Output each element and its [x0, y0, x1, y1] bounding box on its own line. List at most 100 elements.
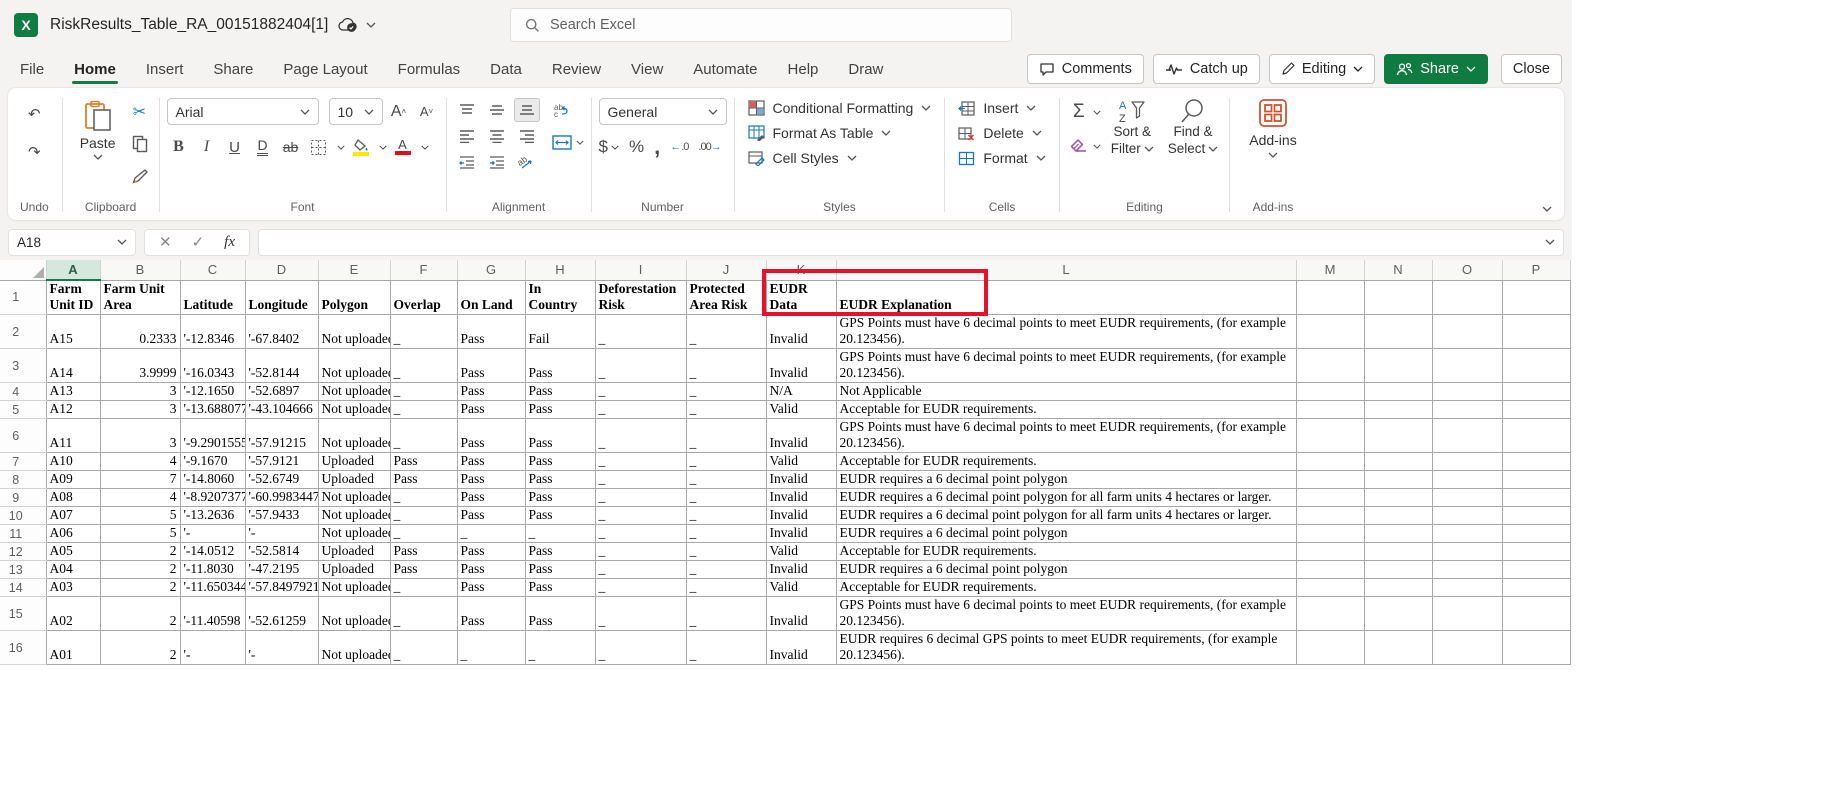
cell-K12[interactable]: Valid: [766, 543, 836, 561]
cell-A12[interactable]: A05: [46, 543, 100, 561]
cell-D6[interactable]: '-57.91215: [245, 419, 318, 453]
increase-decimal-button[interactable]: .00→: [698, 141, 721, 153]
cell-P14[interactable]: [1502, 579, 1570, 597]
cell-I16[interactable]: _: [595, 631, 686, 665]
cell-H5[interactable]: Pass: [525, 401, 595, 419]
comments-button[interactable]: Comments: [1027, 54, 1144, 84]
excel-logo-icon[interactable]: X: [14, 13, 38, 37]
column-header-A[interactable]: A: [46, 260, 100, 280]
cell-P3[interactable]: [1502, 349, 1570, 383]
cell-F2[interactable]: _: [390, 315, 457, 349]
cell-N6[interactable]: [1364, 419, 1432, 453]
cell-O6[interactable]: [1432, 419, 1502, 453]
cell-C5[interactable]: '-13.688077: [180, 401, 245, 419]
cell-K7[interactable]: Valid: [766, 453, 836, 471]
cell-O16[interactable]: [1432, 631, 1502, 665]
format-as-table-button[interactable]: Format As Table: [742, 123, 938, 143]
cell-M11[interactable]: [1296, 525, 1364, 543]
cell-P13[interactable]: [1502, 561, 1570, 579]
cell-K15[interactable]: Invalid: [766, 597, 836, 631]
cell-P5[interactable]: [1502, 401, 1570, 419]
row-header-7[interactable]: 7: [0, 453, 46, 471]
collapse-ribbon-icon[interactable]: [1542, 206, 1552, 212]
cell-O3[interactable]: [1432, 349, 1502, 383]
cell-D7[interactable]: '-57.9121: [245, 453, 318, 471]
cell-L1[interactable]: EUDR Explanation: [836, 280, 1296, 315]
cell-H9[interactable]: Pass: [525, 489, 595, 507]
tab-page-layout[interactable]: Page Layout: [283, 55, 367, 84]
cell-A15[interactable]: A02: [46, 597, 100, 631]
cell-N10[interactable]: [1364, 507, 1432, 525]
tab-automate[interactable]: Automate: [693, 55, 757, 84]
cell-M16[interactable]: [1296, 631, 1364, 665]
cell-N8[interactable]: [1364, 471, 1432, 489]
cell-E16[interactable]: Not uploaded: [318, 631, 390, 665]
cell-A3[interactable]: A14: [46, 349, 100, 383]
add-ins-button[interactable]: Add-ins: [1237, 96, 1308, 160]
cell-D12[interactable]: '-52.5814: [245, 543, 318, 561]
column-header-E[interactable]: E: [318, 260, 390, 280]
cell-K10[interactable]: Invalid: [766, 507, 836, 525]
cell-F13[interactable]: Pass: [390, 561, 457, 579]
cell-E1[interactable]: Polygon: [318, 280, 390, 315]
cell-O8[interactable]: [1432, 471, 1502, 489]
cell-P16[interactable]: [1502, 631, 1570, 665]
cell-B11[interactable]: 5: [100, 525, 180, 543]
cell-F12[interactable]: Pass: [390, 543, 457, 561]
merge-center-button[interactable]: [550, 130, 574, 154]
cell-K14[interactable]: Valid: [766, 579, 836, 597]
cell-O14[interactable]: [1432, 579, 1502, 597]
search-input[interactable]: Search Excel: [510, 8, 1012, 42]
cell-O10[interactable]: [1432, 507, 1502, 525]
column-header-C[interactable]: C: [180, 260, 245, 280]
cell-P12[interactable]: [1502, 543, 1570, 561]
column-header-K[interactable]: K: [766, 260, 836, 280]
cell-D9[interactable]: '-60.9983447: [245, 489, 318, 507]
currency-format-button[interactable]: $: [599, 137, 608, 157]
cell-G1[interactable]: On Land: [457, 280, 525, 315]
cell-N5[interactable]: [1364, 401, 1432, 419]
row-header-11[interactable]: 11: [0, 525, 46, 543]
row-header-1[interactable]: 1: [0, 280, 46, 315]
cell-E10[interactable]: Not uploaded: [318, 507, 390, 525]
catch-up-button[interactable]: Catch up: [1153, 54, 1260, 84]
cell-L5[interactable]: Acceptable for EUDR requirements.: [836, 401, 1296, 419]
cell-N1[interactable]: [1364, 280, 1432, 315]
cell-J5[interactable]: _: [686, 401, 766, 419]
cell-D5[interactable]: '-43.104666: [245, 401, 318, 419]
cell-J15[interactable]: _: [686, 597, 766, 631]
cell-G5[interactable]: Pass: [457, 401, 525, 419]
cell-M10[interactable]: [1296, 507, 1364, 525]
cell-I12[interactable]: _: [595, 543, 686, 561]
cell-O9[interactable]: [1432, 489, 1502, 507]
increase-indent-button[interactable]: [484, 150, 510, 174]
insert-function-icon[interactable]: fx: [224, 234, 235, 251]
cell-P9[interactable]: [1502, 489, 1570, 507]
cell-E12[interactable]: Uploaded: [318, 543, 390, 561]
italic-button[interactable]: I: [195, 135, 219, 159]
cell-C2[interactable]: '-12.8346: [180, 315, 245, 349]
cell-J11[interactable]: _: [686, 525, 766, 543]
cell-B4[interactable]: 3: [100, 383, 180, 401]
chevron-down-icon[interactable]: [379, 145, 387, 150]
format-painter-button[interactable]: [128, 164, 152, 188]
cell-I11[interactable]: _: [595, 525, 686, 543]
cell-I14[interactable]: _: [595, 579, 686, 597]
column-header-M[interactable]: M: [1296, 260, 1364, 280]
cell-J10[interactable]: _: [686, 507, 766, 525]
cell-K8[interactable]: Invalid: [766, 471, 836, 489]
cell-B16[interactable]: 2: [100, 631, 180, 665]
cell-E13[interactable]: Uploaded: [318, 561, 390, 579]
cell-E11[interactable]: Not uploaded: [318, 525, 390, 543]
cancel-icon[interactable]: ✕: [159, 233, 172, 251]
cell-E2[interactable]: Not uploaded: [318, 315, 390, 349]
cell-F15[interactable]: _: [390, 597, 457, 631]
row-header-4[interactable]: 4: [0, 383, 46, 401]
tab-share[interactable]: Share: [213, 55, 253, 84]
cell-B6[interactable]: 3: [100, 419, 180, 453]
cell-G4[interactable]: Pass: [457, 383, 525, 401]
cell-B12[interactable]: 2: [100, 543, 180, 561]
cell-L6[interactable]: GPS Points must have 6 decimal points to…: [836, 419, 1296, 453]
cell-K3[interactable]: Invalid: [766, 349, 836, 383]
cell-D1[interactable]: Longitude: [245, 280, 318, 315]
